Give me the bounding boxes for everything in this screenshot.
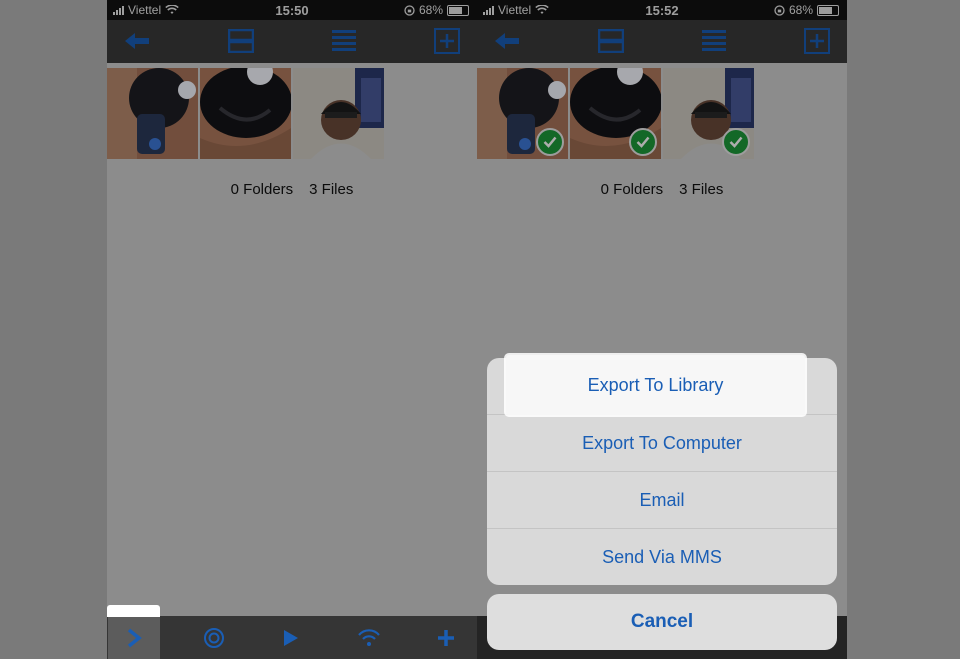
chevron-right-icon[interactable] <box>108 616 160 659</box>
email-option[interactable]: Email <box>487 471 837 528</box>
send-via-mms-option[interactable]: Send Via MMS <box>487 528 837 585</box>
dim-overlay <box>107 0 477 659</box>
left-screen: Viettel 15:50 68% 0 Folders 3 Files <box>107 0 477 659</box>
tab-bar <box>107 616 477 659</box>
wifi-icon[interactable] <box>343 616 395 659</box>
record-icon[interactable] <box>188 616 240 659</box>
plus-icon[interactable] <box>420 616 472 659</box>
export-to-library-button[interactable]: Export To Library <box>506 355 805 415</box>
export-to-computer-option[interactable]: Export To Computer <box>487 414 837 471</box>
cancel-button[interactable]: Cancel <box>487 594 837 650</box>
right-screen: Viettel 15:52 68% 0 Folders 3 Files Expo… <box>477 0 847 659</box>
tab-highlight-marker <box>107 605 160 617</box>
play-icon[interactable] <box>265 616 317 659</box>
